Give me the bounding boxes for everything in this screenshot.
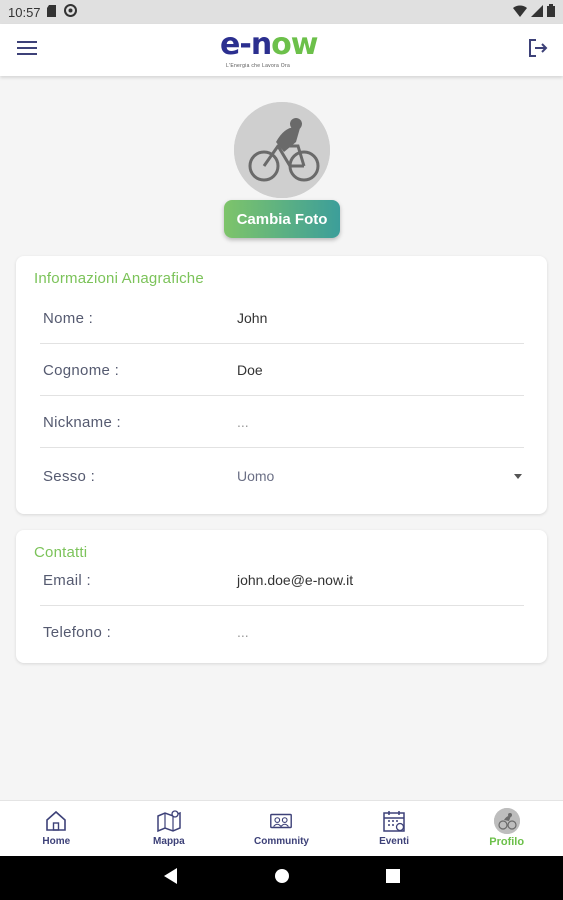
name-field[interactable]: John bbox=[237, 310, 267, 326]
bottom-navigation: Home Mappa Community Eventi Profilo bbox=[0, 800, 563, 856]
email-field[interactable]: john.doe@e-now.it bbox=[237, 572, 353, 588]
phone-label: Telefono : bbox=[43, 624, 112, 641]
system-navigation-bar bbox=[0, 856, 563, 900]
sd-card-icon bbox=[46, 4, 58, 20]
community-icon bbox=[268, 808, 294, 834]
email-row: Email : john.doe@e-now.it bbox=[40, 554, 524, 606]
status-time: 10:57 bbox=[8, 4, 41, 20]
nav-item-events[interactable]: Eventi bbox=[338, 801, 451, 856]
recents-icon[interactable] bbox=[385, 868, 400, 888]
gender-row: Sesso : Uomo bbox=[40, 450, 524, 502]
battery-icon bbox=[547, 4, 555, 20]
personal-info-title: Informazioni Anagrafiche bbox=[34, 270, 204, 287]
change-photo-button[interactable]: Cambia Foto bbox=[224, 200, 340, 238]
status-bar: 10:57 bbox=[0, 0, 563, 24]
nav-label-map: Mappa bbox=[153, 836, 185, 847]
nickname-label: Nickname : bbox=[43, 414, 122, 431]
email-label: Email : bbox=[43, 572, 91, 589]
surname-row: Cognome : Doe bbox=[40, 344, 524, 396]
back-icon[interactable] bbox=[163, 867, 178, 889]
wifi-icon bbox=[513, 4, 527, 20]
gender-select[interactable]: Uomo bbox=[237, 468, 274, 484]
hamburger-icon bbox=[17, 40, 37, 61]
cyclist-icon bbox=[234, 102, 330, 198]
nav-item-profile[interactable]: Profilo bbox=[450, 801, 563, 856]
calendar-icon bbox=[381, 808, 407, 834]
app-bar: e-now L'Energia che Lavora Ora bbox=[0, 24, 563, 76]
personal-info-card: Informazioni Anagrafiche Nome : John Cog… bbox=[16, 256, 547, 514]
logout-icon bbox=[528, 38, 548, 63]
chevron-down-icon[interactable] bbox=[514, 474, 522, 479]
nav-label-profile: Profilo bbox=[489, 836, 525, 848]
app-logo: e-now L'Energia che Lavora Ora bbox=[220, 27, 319, 70]
map-icon bbox=[156, 808, 182, 834]
name-label: Nome : bbox=[43, 310, 94, 327]
home-icon bbox=[43, 808, 69, 834]
surname-field[interactable]: Doe bbox=[237, 362, 263, 378]
logo-tagline: L'Energia che Lavora Ora bbox=[226, 63, 291, 69]
contacts-card: Contatti Email : john.doe@e-now.it Telef… bbox=[16, 530, 547, 663]
nav-item-map[interactable]: Mappa bbox=[113, 801, 226, 856]
surname-label: Cognome : bbox=[43, 362, 120, 379]
profile-avatar bbox=[234, 102, 330, 198]
signal-icon bbox=[531, 4, 543, 20]
phone-row: Telefono : ... bbox=[40, 606, 524, 658]
logout-button[interactable] bbox=[525, 37, 551, 63]
gender-label: Sesso : bbox=[43, 468, 96, 485]
nickname-row: Nickname : ... bbox=[40, 396, 524, 448]
nickname-field[interactable]: ... bbox=[237, 414, 249, 430]
sync-icon bbox=[63, 4, 77, 20]
home-circle-icon[interactable] bbox=[274, 868, 290, 889]
nav-label-home: Home bbox=[42, 836, 71, 847]
menu-button[interactable] bbox=[14, 38, 40, 62]
profile-icon bbox=[493, 808, 520, 834]
nav-label-community: Community bbox=[253, 836, 309, 847]
nav-item-community[interactable]: Community bbox=[225, 801, 338, 856]
phone-field[interactable]: ... bbox=[237, 624, 249, 640]
name-row: Nome : John bbox=[40, 292, 524, 344]
nav-label-events: Eventi bbox=[379, 836, 410, 847]
nav-item-home[interactable]: Home bbox=[0, 801, 113, 856]
